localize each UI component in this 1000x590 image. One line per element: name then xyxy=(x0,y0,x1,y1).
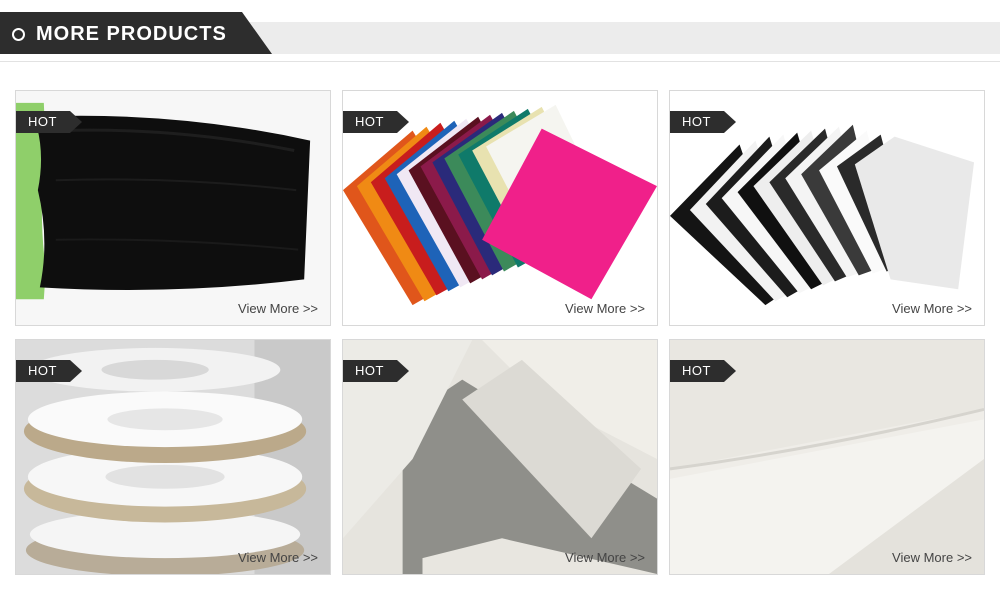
view-more-link[interactable]: View More >> xyxy=(238,551,318,565)
hot-badge-label: HOT xyxy=(28,363,57,378)
view-more-link[interactable]: View More >> xyxy=(565,551,645,565)
product-card[interactable]: HOT View More >> xyxy=(669,339,985,575)
hot-badge: HOT xyxy=(16,111,82,133)
hot-badge: HOT xyxy=(670,360,736,382)
view-more-link[interactable]: View More >> xyxy=(565,302,645,316)
hot-badge-label: HOT xyxy=(355,363,384,378)
hot-badge-label: HOT xyxy=(682,363,711,378)
circle-bullet-icon xyxy=(12,28,25,41)
hot-badge: HOT xyxy=(670,111,736,133)
hot-badge: HOT xyxy=(16,360,82,382)
section-title: MORE PRODUCTS xyxy=(36,23,227,45)
view-more-link[interactable]: View More >> xyxy=(892,551,972,565)
view-more-link[interactable]: View More >> xyxy=(238,302,318,316)
product-card[interactable]: HOT View More >> xyxy=(15,90,331,326)
hot-badge-label: HOT xyxy=(28,114,57,129)
product-card[interactable]: HOT View More >> xyxy=(669,90,985,326)
hot-badge: HOT xyxy=(343,360,409,382)
hot-badge-label: HOT xyxy=(682,114,711,129)
product-card[interactable]: HOT View More >> xyxy=(342,90,658,326)
view-more-link[interactable]: View More >> xyxy=(892,302,972,316)
product-card[interactable]: HOT View More >> xyxy=(15,339,331,575)
hot-badge-label: HOT xyxy=(355,114,384,129)
hot-badge: HOT xyxy=(343,111,409,133)
product-card[interactable]: HOT View More >> xyxy=(342,339,658,575)
header-divider xyxy=(0,61,1000,62)
